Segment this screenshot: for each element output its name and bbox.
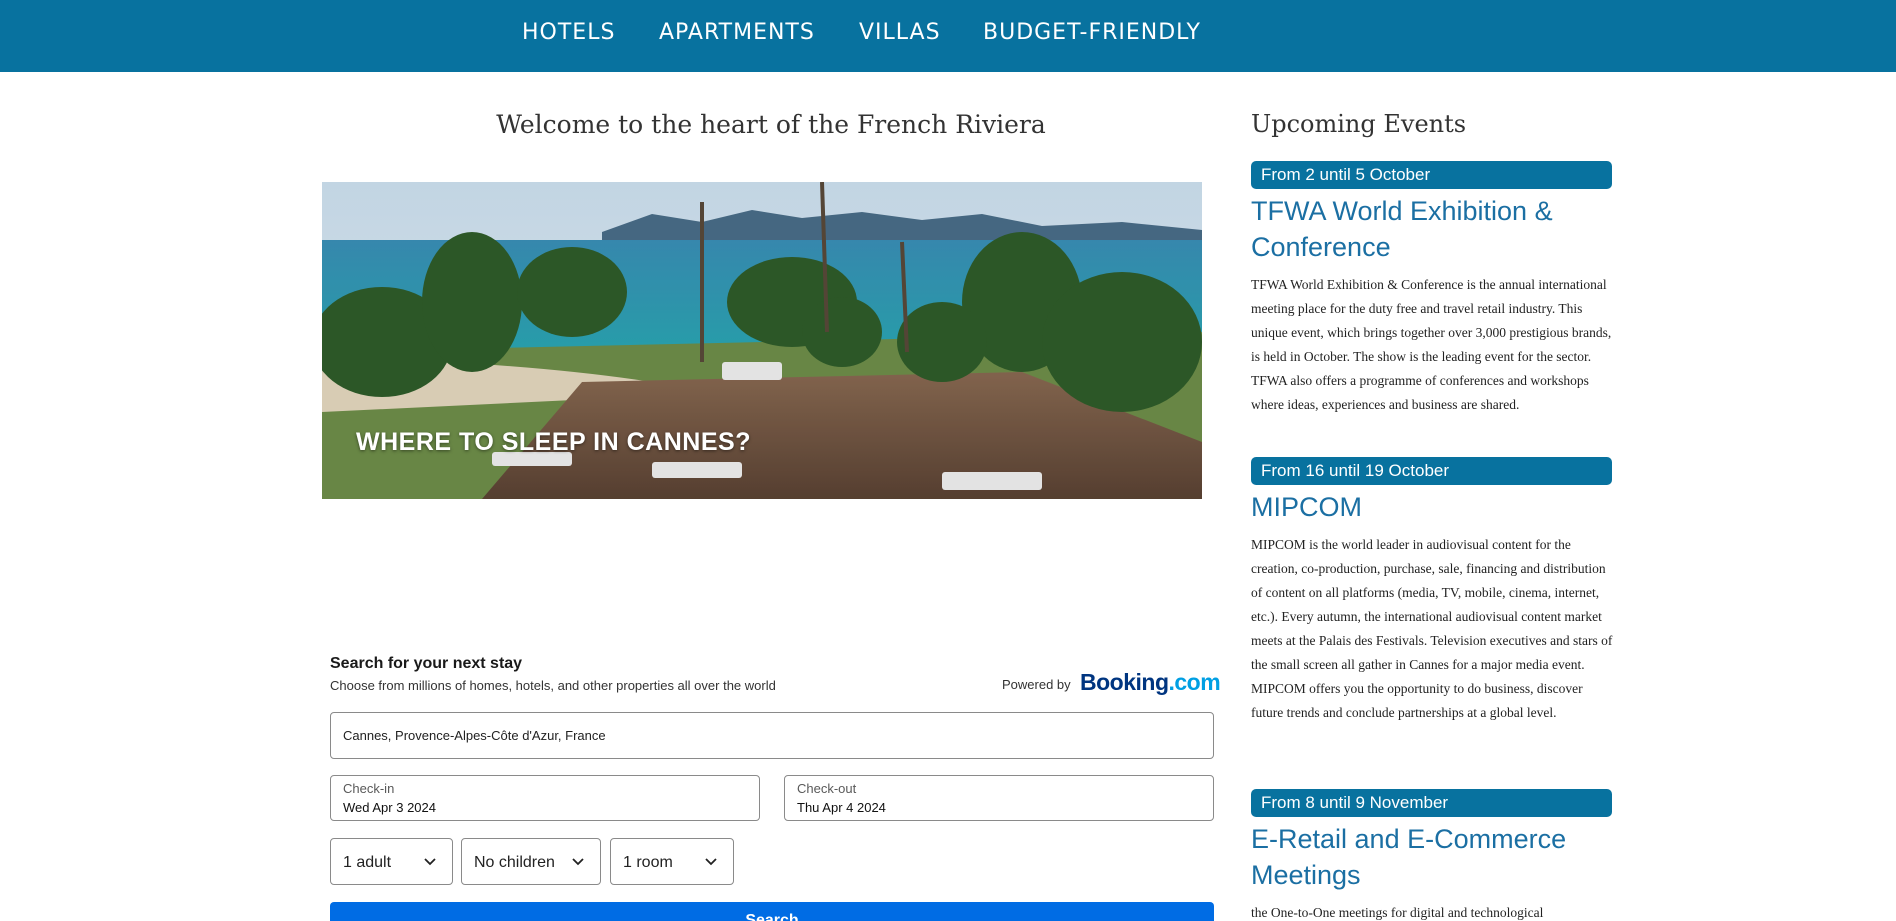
booking-logo[interactable]: Booking.com	[1080, 669, 1221, 696]
booking-title: Search for your next stay	[330, 655, 523, 672]
event-date-badge: From 8 until 9 November	[1251, 789, 1612, 817]
top-nav: HOTELS APARTMENTS VILLAS BUDGET-FRIENDLY	[0, 0, 1896, 72]
chevron-down-icon	[572, 858, 584, 866]
children-select[interactable]: No children	[461, 838, 601, 885]
event-description: MIPCOM is the world leader in audiovisua…	[1251, 537, 1613, 720]
chevron-down-icon	[424, 858, 436, 866]
children-value: No children	[474, 854, 555, 871]
checkin-value: Wed Apr 3 2024	[343, 800, 436, 815]
checkout-label: Check-out	[797, 781, 857, 796]
event-title-link[interactable]: TFWA World Exhibition & Conference	[1251, 193, 1621, 265]
checkout-field[interactable]: Check-out Thu Apr 4 2024	[784, 775, 1214, 821]
booking-logo-main: Booking	[1080, 669, 1169, 695]
nav-item-hotels[interactable]: HOTELS	[522, 20, 615, 45]
checkin-label: Check-in	[343, 781, 395, 796]
booking-logo-suffix: .com	[1168, 669, 1221, 695]
checkout-value: Thu Apr 4 2024	[797, 800, 886, 815]
chevron-down-icon	[705, 858, 717, 866]
event-date-badge: From 16 until 19 October	[1251, 457, 1612, 485]
nav-item-villas[interactable]: VILLAS	[859, 20, 941, 45]
destination-value: Cannes, Provence-Alpes-Côte d'Azur, Fran…	[343, 728, 606, 743]
adults-select[interactable]: 1 adult	[330, 838, 453, 885]
nav-item-budget-friendly[interactable]: BUDGET-FRIENDLY	[983, 20, 1201, 45]
hero-image[interactable]: WHERE TO SLEEP IN CANNES?	[322, 182, 1202, 499]
event-title-link[interactable]: MIPCOM	[1251, 489, 1621, 525]
page-title: Welcome to the heart of the French Rivie…	[496, 110, 1046, 139]
event-description: the One-to-One meetings for digital and …	[1251, 905, 1544, 920]
nav-item-apartments[interactable]: APARTMENTS	[659, 20, 815, 45]
booking-subtitle: Choose from millions of homes, hotels, a…	[330, 678, 776, 693]
event-description: TFWA World Exhibition & Conference is th…	[1251, 277, 1612, 412]
rooms-value: 1 room	[623, 854, 673, 871]
destination-input[interactable]: Cannes, Provence-Alpes-Côte d'Azur, Fran…	[330, 712, 1214, 759]
event-date-badge: From 2 until 5 October	[1251, 161, 1612, 189]
powered-by-label: Powered by	[1002, 677, 1071, 692]
search-button[interactable]: Search	[330, 902, 1214, 921]
event-title-link[interactable]: E-Retail and E-Commerce Meetings	[1251, 821, 1621, 893]
hero-caption: WHERE TO SLEEP IN CANNES?	[356, 428, 751, 456]
checkin-field[interactable]: Check-in Wed Apr 3 2024	[330, 775, 760, 821]
rooms-select[interactable]: 1 room	[610, 838, 734, 885]
events-heading: Upcoming Events	[1251, 110, 1467, 138]
adults-value: 1 adult	[343, 854, 392, 871]
